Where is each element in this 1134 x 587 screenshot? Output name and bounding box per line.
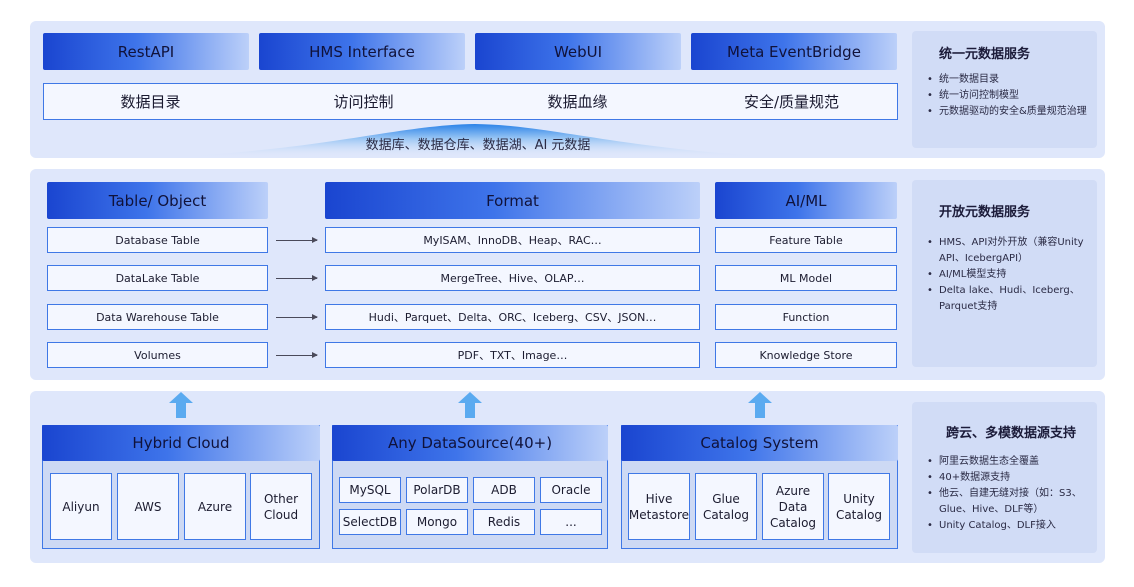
table-object-row: Database Table [47,227,268,253]
side-panel-multisource: 跨云、多模数据源支持 阿里云数据生态全覆盖 40+数据源支持 他云、自建无缝对接… [912,402,1097,553]
metadata-types-label: 数据库、数据仓库、数据湖、AI 元数据 [365,138,591,153]
capability-data-lineage: 数据血缘 [547,93,608,111]
table-object-row: DataLake Table [47,265,268,291]
capability-security-quality: 安全/质量规范 [743,93,840,111]
side-item: 40+数据源支持 [927,470,1089,486]
datasource-cell: Redis [473,509,535,535]
side-title-open: 开放元数据服务 [939,205,1031,220]
cloud-cell-azure: Azure [184,473,246,540]
format-row: MergeTree、Hive、OLAP… [325,265,700,291]
catalog-cell-unity: Unity Catalog [828,473,890,540]
cloud-cell-aliyun: Aliyun [50,473,112,540]
format-row: MyISAM、InnoDB、Heap、RAC… [325,227,700,253]
aiml-row: Function [715,304,897,330]
capability-access-control: 访问控制 [333,93,394,111]
datasource-cell: SelectDB [339,509,401,535]
table-object-row: Volumes [47,342,268,368]
format-row: Hudi、Parquet、Delta、ORC、Iceberg、CSV、JSON… [325,304,700,330]
side-item: 元数据驱动的安全&质量规范治理 [927,104,1089,120]
meta-eventbridge-header: Meta EventBridge [691,33,897,70]
side-title-multisource: 跨云、多模数据源支持 [946,426,1077,441]
aiml-row: ML Model [715,265,897,291]
right-arrow-icon [276,352,318,358]
aiml-row: Feature Table [715,227,897,253]
catalog-cell-hive: Hive Metastore [628,473,690,540]
catalog-system-header: Catalog System [621,425,898,461]
webui-header: WebUI [475,33,681,70]
restapi-header: RestAPI [43,33,249,70]
side-item: Unity Catalog、DLF接入 [927,518,1089,534]
hybrid-cloud-header: Hybrid Cloud [42,425,320,461]
format-header: Format [325,182,700,219]
up-arrow-icon [458,392,482,418]
up-arrow-icon [169,392,193,418]
cloud-cell-other: Other Cloud [250,473,312,540]
right-arrow-icon [276,314,318,320]
datasource-cell: ... [540,509,602,535]
side-title-unified: 统一元数据服务 [939,47,1031,62]
side-panel-open: 开放元数据服务 HMS、API对外开放（兼容Unity API、IcebergA… [912,180,1097,367]
up-arrow-icon [748,392,772,418]
catalog-cell-glue: Glue Catalog [695,473,757,540]
side-item: 阿里云数据生态全覆盖 [927,454,1089,470]
datasource-header: Any DataSource(40+) [332,425,608,461]
catalog-cell-azure: Azure Data Catalog [762,473,824,540]
datasource-cell: Mongo [406,509,468,535]
table-object-row: Data Warehouse Table [47,304,268,330]
side-item: 他云、自建无缝对接（如：S3、Glue、Hive、DLF等） [927,486,1089,518]
side-item: HMS、API对外开放（兼容Unity API、IcebergAPI） [927,235,1089,267]
datasource-cell: ADB [473,477,535,503]
side-item: AI/ML模型支持 [927,267,1089,283]
aiml-row: Knowledge Store [715,342,897,368]
right-arrow-icon [276,237,318,243]
capability-bar: 数据目录 访问控制 数据血缘 安全/质量规范 [43,83,898,120]
format-row: PDF、TXT、Image… [325,342,700,368]
right-arrow-icon [276,275,318,281]
hms-interface-header: HMS Interface [259,33,465,70]
side-item: 统一数据目录 [927,72,1089,88]
side-item: Delta lake、Hudi、Iceberg、Parquet支持 [927,283,1089,315]
side-item: 统一访问控制模型 [927,88,1089,104]
capability-data-catalog: 数据目录 [120,93,181,111]
table-object-header: Table/ Object [47,182,268,219]
datasource-cell: Oracle [540,477,602,503]
aiml-header: AI/ML [715,182,897,219]
datasource-cell: PolarDB [406,477,468,503]
datasource-cell: MySQL [339,477,401,503]
cloud-cell-aws: AWS [117,473,179,540]
side-panel-unified: 统一元数据服务 统一数据目录 统一访问控制模型 元数据驱动的安全&质量规范治理 [912,31,1097,148]
